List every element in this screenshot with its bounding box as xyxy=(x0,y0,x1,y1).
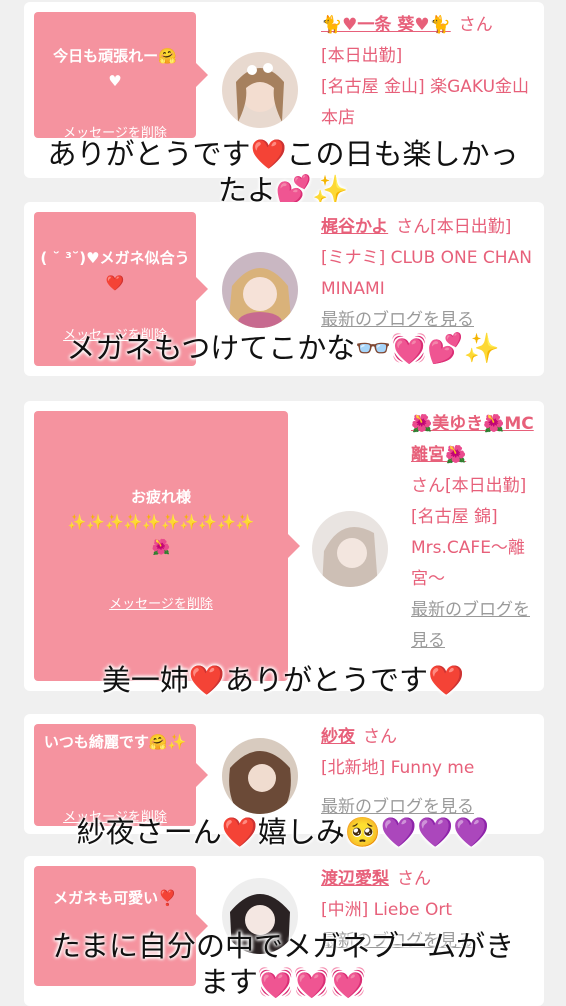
avatar[interactable] xyxy=(312,511,388,587)
avatar[interactable] xyxy=(222,252,298,328)
cast-info: 🐈♥一条 葵♥🐈 さん [本日出勤] [名古屋 金山] 楽GAKU金山本店 xyxy=(321,10,536,134)
shop-link[interactable]: [北新地] Funny me xyxy=(321,753,536,784)
message-text: いつも綺麗です🤗✨ xyxy=(43,733,187,751)
cast-name-link[interactable]: 紗夜 xyxy=(321,727,355,747)
shop-link[interactable]: [ミナミ] CLUB ONE CHAN MINAMI xyxy=(321,243,536,305)
cast-name-link[interactable]: 梶谷かよ xyxy=(321,217,388,237)
message-text: 今日も頑張れー🤗 ♥ xyxy=(53,47,177,90)
shop-link[interactable]: [名古屋 金山] 楽GAKU金山本店 xyxy=(321,72,536,134)
honorific: さん xyxy=(397,869,431,889)
cast-info: 梶谷かよ さん[本日出勤] [ミナミ] CLUB ONE CHAN MINAMI … xyxy=(321,212,536,336)
message-bubble: お疲れ様 ✨✨✨✨✨✨✨✨✨✨ 🌺 メッセージを削除 xyxy=(34,411,300,681)
cast-name-link[interactable]: 🌺美ゆき🌺MC離宮🌺 xyxy=(411,414,534,465)
delete-message-link[interactable]: メッセージを削除 xyxy=(34,593,288,612)
photo-caption: 紗夜さーん❤️嬉しみ🥺💜💜💜 xyxy=(76,815,490,849)
message-text: ( ˘ ³˘)♥メガネ似合う❤️ xyxy=(40,249,190,292)
honorific: さん xyxy=(458,15,493,35)
message-bubble: いつも綺麗です🤗✨ メッセージを削除 xyxy=(34,724,208,826)
message-text: メガネも可愛い❣️ xyxy=(53,889,177,907)
honorific: さん[本日出勤] xyxy=(396,217,512,237)
photo-caption: たまに自分の中でメガネブームがき ます💓💓💓 xyxy=(51,929,515,999)
message-card: お疲れ様 ✨✨✨✨✨✨✨✨✨✨ 🌺 メッセージを削除 🌺美ゆき🌺MC離宮🌺 さん[本… xyxy=(24,401,544,691)
shop-link[interactable]: [名古屋 錦] Mrs.CAFE〜離宮〜 xyxy=(411,502,541,595)
message-text: お疲れ様 ✨✨✨✨✨✨✨✨✨✨ 🌺 xyxy=(67,488,255,556)
work-status: [本日出勤] xyxy=(321,46,403,66)
photo-caption: 美一姉❤️ありがとうです❤️ xyxy=(101,663,465,697)
cast-info: 紗夜 さん [北新地] Funny me 最新のブログを見る xyxy=(321,722,536,823)
avatar[interactable] xyxy=(222,738,298,814)
latest-blog-link[interactable]: 最新のブログを見る xyxy=(411,595,541,657)
photo-caption: ありがとうです❤️この日も楽しかっ たよ💕✨ xyxy=(47,137,519,207)
message-bubble: 今日も頑張れー🤗 ♥ メッセージを削除 xyxy=(34,12,208,141)
honorific: さん xyxy=(363,727,397,747)
cast-info: 🌺美ゆき🌺MC離宮🌺 さん[本日出勤] [名古屋 錦] Mrs.CAFE〜離宮〜… xyxy=(411,409,541,657)
avatar[interactable] xyxy=(222,52,298,128)
honorific: さん[本日出勤] xyxy=(411,476,527,496)
photo-caption: メガネもつけてこかな👓💓💕✨ xyxy=(66,331,500,365)
shop-link[interactable]: [中洲] Liebe Ort xyxy=(321,895,536,926)
cast-name-link[interactable]: 🐈♥一条 葵♥🐈 xyxy=(321,15,451,35)
cast-name-link[interactable]: 渡辺愛梨 xyxy=(321,869,389,889)
